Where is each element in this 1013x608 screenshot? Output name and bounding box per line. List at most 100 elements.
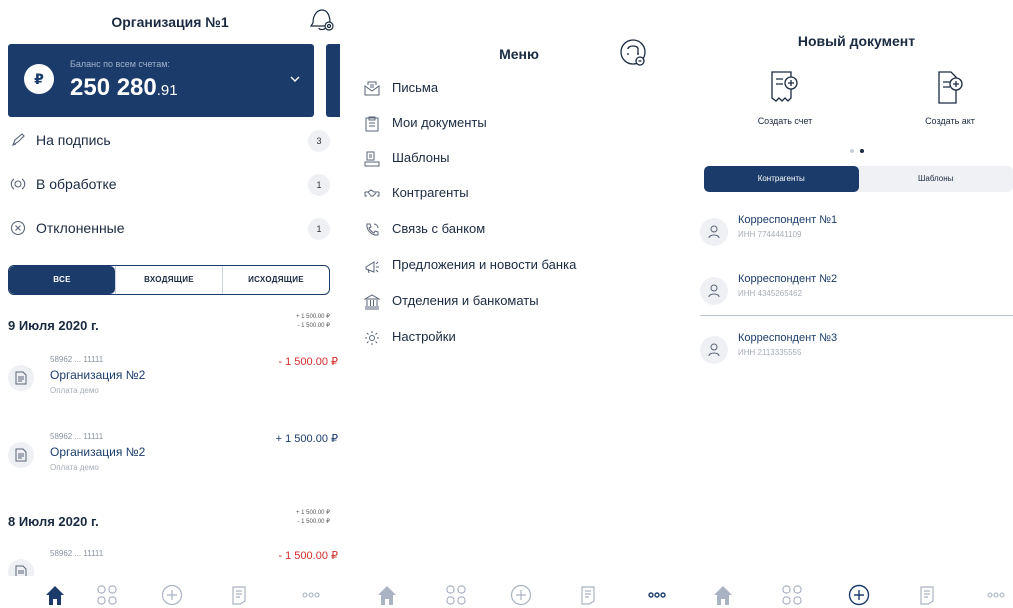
menu-item-counterparties[interactable]: Контрагенты [364, 183, 684, 207]
counterparty-inn: ИНН 7744441109 [738, 230, 802, 239]
transaction-row[interactable]: 58962 ... 11111 Организация №2 Оплата де… [8, 432, 338, 496]
home-screen: Организация №1 ₽ Баланс по всем счетам: … [0, 0, 340, 608]
processing-icon [10, 176, 26, 192]
menu-item-label: Шаблоны [392, 150, 450, 165]
menu-item-settings[interactable]: Настройки [364, 327, 684, 351]
status-count-badge: 1 [308, 218, 330, 240]
menu-item-bank-contact[interactable]: Связь с банком [364, 219, 684, 243]
create-act-button[interactable]: Создать акт [905, 70, 995, 126]
date-header: 9 Июля 2020 г. [8, 318, 99, 333]
filter-all-tab[interactable]: ВСЕ [9, 266, 115, 294]
menu-item-label: Письма [392, 80, 439, 95]
megaphone-icon [364, 258, 380, 274]
create-invoice-icon [771, 71, 798, 102]
transaction-number: 58962 ... 11111 [50, 432, 104, 441]
apps-icon[interactable] [445, 584, 467, 606]
person-icon [700, 336, 728, 364]
pen-icon [10, 132, 26, 148]
transaction-amount: - 1 500.00 ₽ [278, 550, 338, 562]
next-account-card[interactable] [326, 44, 340, 117]
documents-icon[interactable] [578, 584, 600, 606]
carousel-dot[interactable] [850, 149, 854, 153]
apps-icon[interactable] [96, 584, 118, 606]
more-icon[interactable] [985, 584, 1007, 606]
date-total-out: - 1 500.00 ₽ [297, 519, 330, 525]
carousel-page-dots [850, 140, 870, 158]
counterparty-row[interactable]: Корреспондент №3 ИНН 2113335555 [700, 328, 1013, 374]
menu-item-my-documents[interactable]: Мои документы [364, 113, 684, 137]
transaction-purpose: Оплата демо [50, 386, 99, 395]
transaction-counterparty: Организация №2 [50, 445, 146, 459]
status-rejected[interactable]: Отклоненные 1 [8, 214, 330, 244]
home-icon[interactable] [712, 584, 734, 606]
list-divider [700, 315, 1013, 316]
more-icon[interactable] [300, 584, 322, 606]
menu-item-label: Связь с банком [392, 221, 486, 236]
documents-icon[interactable] [229, 584, 251, 606]
bottom-tab-bar [0, 576, 340, 608]
filter-incoming-tab[interactable]: ВХОДЯЩИЕ [115, 266, 222, 294]
menu-item-templates[interactable]: Шаблоны [364, 148, 684, 172]
counterparty-template-switch: Контрагенты Шаблоны [704, 166, 1013, 192]
notifications-bell-icon[interactable] [309, 5, 335, 33]
plus-icon[interactable] [848, 584, 870, 606]
apps-icon[interactable] [781, 584, 803, 606]
counterparty-inn: ИНН 4345265462 [738, 289, 803, 298]
settings-icon [364, 330, 380, 346]
status-label: В обработке [36, 176, 117, 192]
plus-icon[interactable] [161, 584, 183, 606]
transaction-counterparty: Организация №2 [50, 368, 146, 382]
transaction-number: 58962 ... 11111 [50, 549, 104, 558]
documents-icon[interactable] [917, 584, 939, 606]
create-action-label: Создать счет [757, 116, 813, 126]
transaction-amount: - 1 500.00 ₽ [278, 356, 338, 368]
more-icon[interactable] [646, 584, 668, 606]
new-document-screen: Новый документ Создать счет Создать акт … [700, 0, 1013, 608]
phone-icon [364, 222, 380, 238]
menu-item-label: Предложения и новости банка [392, 257, 577, 272]
create-action-label: Создать акт [925, 116, 975, 126]
menu-item-label: Отделения и банкоматы [392, 293, 539, 308]
tab-counterparties[interactable]: Контрагенты [704, 166, 859, 192]
balance-amount-fraction: .91 [156, 82, 178, 99]
counterparty-row[interactable]: Корреспондент №2 ИНН 4345265462 [700, 269, 1013, 315]
menu-item-label: Мои документы [392, 115, 487, 130]
support-chat-icon[interactable] [618, 37, 648, 69]
counterparty-inn: ИНН 2113335555 [738, 348, 802, 357]
status-to-sign[interactable]: На подпись 3 [8, 126, 330, 156]
person-icon [700, 277, 728, 305]
bottom-tab-bar [700, 576, 1013, 608]
carousel-dot-active[interactable] [860, 149, 864, 153]
date-header: 8 Июля 2020 г. [8, 514, 99, 529]
create-act-icon [938, 71, 963, 104]
menu-item-letters[interactable]: Письма [364, 78, 684, 102]
menu-item-branches-atms[interactable]: Отделения и банкоматы [363, 291, 684, 315]
status-label: На подпись [36, 132, 111, 148]
counterparty-row[interactable]: Корреспондент №1 ИНН 7744441109 [700, 210, 1013, 256]
menu-item-offers-news[interactable]: Предложения и новости банка [364, 255, 684, 279]
date-totals: + 1 500.00 ₽ - 1 500.00 ₽ [296, 509, 330, 527]
balance-label: Баланс по всем счетам: [70, 59, 170, 69]
date-total-in: + 1 500.00 ₽ [295, 314, 330, 320]
templates-icon [364, 151, 380, 167]
handshake-icon [364, 186, 380, 202]
organization-title[interactable]: Организация №1 [0, 14, 340, 30]
status-count-badge: 1 [308, 174, 330, 196]
counterparty-name: Корреспондент №2 [738, 273, 838, 285]
letters-icon [364, 81, 380, 97]
balance-card[interactable]: ₽ Баланс по всем счетам: 250 280.91 [8, 44, 314, 117]
home-icon[interactable] [44, 584, 66, 606]
menu-item-label: Настройки [392, 329, 456, 344]
tab-templates[interactable]: Шаблоны [859, 166, 1013, 192]
home-icon[interactable] [376, 584, 398, 606]
transaction-number: 58962 ... 11111 [50, 355, 104, 364]
status-label: Отклоненные [36, 220, 125, 236]
create-invoice-button[interactable]: Создать счет [740, 70, 830, 126]
status-processing[interactable]: В обработке 1 [8, 170, 330, 200]
chevron-down-icon[interactable] [289, 72, 301, 84]
new-document-title: Новый документ [797, 33, 916, 49]
transaction-row[interactable]: 58962 ... 11111 Организация №2 Оплата де… [8, 355, 338, 419]
date-total-out: - 1 500.00 ₽ [297, 323, 330, 329]
plus-icon[interactable] [510, 584, 532, 606]
filter-outgoing-tab[interactable]: ИСХОДЯЩИЕ [222, 266, 329, 294]
